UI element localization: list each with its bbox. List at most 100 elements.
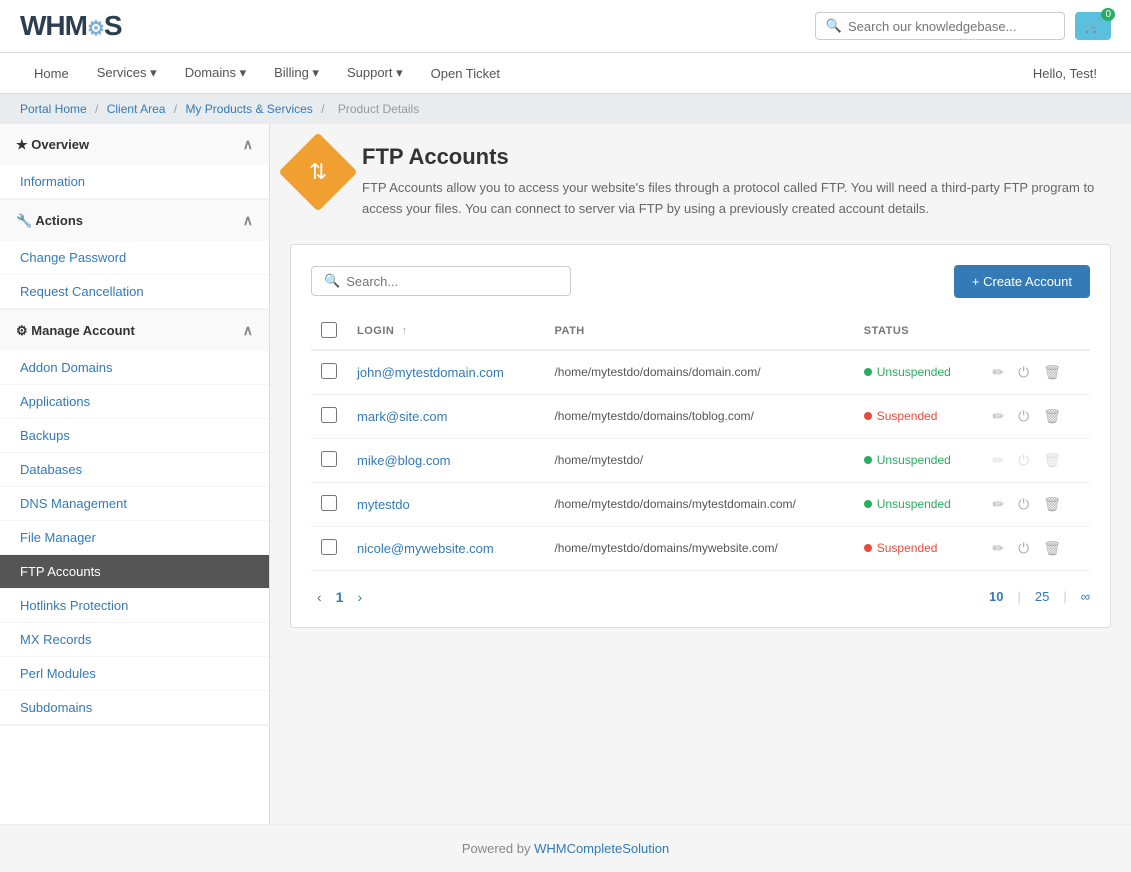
cell-login-3: mytestdo bbox=[347, 482, 544, 526]
nav-billing[interactable]: Billing ▾ bbox=[260, 53, 333, 93]
delete-icon-3[interactable]: 🗑 bbox=[1041, 494, 1063, 515]
page-title: FTP Accounts bbox=[362, 144, 1111, 170]
table-row: mytestdo /home/mytestdo/domains/mytestdo… bbox=[311, 482, 1090, 526]
edit-icon-0[interactable]: ✏ bbox=[990, 362, 1006, 383]
manage-account-section-title: ⚙ Manage Account bbox=[16, 323, 135, 339]
footer-link[interactable]: WHMCompleteSolution bbox=[534, 841, 669, 856]
create-account-button[interactable]: + Create Account bbox=[954, 265, 1090, 298]
row-checkbox-2[interactable] bbox=[321, 451, 337, 467]
breadcrumb-product-details: Product Details bbox=[338, 102, 419, 116]
sidebar-section-actions-header[interactable]: 🔧 Actions ∧ bbox=[0, 200, 269, 241]
table-row: john@mytestdomain.com /home/mytestdo/dom… bbox=[311, 350, 1090, 395]
delete-icon-0[interactable]: 🗑 bbox=[1041, 362, 1063, 383]
sidebar-section-manage-account: ⚙ Manage Account ∧ Addon Domains Applica… bbox=[0, 310, 269, 726]
cart-badge: 0 bbox=[1101, 8, 1115, 21]
status-label-2: Unsuspended bbox=[877, 453, 951, 467]
transfer-icon: ⇅ bbox=[309, 159, 327, 185]
delete-icon-4[interactable]: 🗑 bbox=[1041, 538, 1063, 559]
breadcrumb-sep-1: / bbox=[95, 102, 102, 116]
sidebar-item-hotlinks-protection[interactable]: Hotlinks Protection bbox=[0, 589, 269, 623]
breadcrumb: Portal Home / Client Area / My Products … bbox=[0, 94, 1131, 124]
search-icon: 🔍 bbox=[324, 273, 340, 289]
nav-services[interactable]: Services ▾ bbox=[83, 53, 171, 93]
cell-actions-3: ✏ ⏻ 🗑 bbox=[980, 482, 1090, 526]
sidebar-item-change-password[interactable]: Change Password bbox=[0, 241, 269, 275]
breadcrumb-sep-2: / bbox=[174, 102, 181, 116]
edit-icon-3[interactable]: ✏ bbox=[990, 494, 1006, 515]
cart-button[interactable]: 🛒 0 bbox=[1075, 12, 1111, 40]
nav-open-ticket[interactable]: Open Ticket bbox=[417, 53, 514, 93]
cell-status-0: Unsuspended bbox=[854, 350, 981, 395]
pagination: ‹ 1 › 10 | 25 | ∞ bbox=[311, 587, 1090, 607]
row-checkbox-3[interactable] bbox=[321, 495, 337, 511]
status-label-3: Unsuspended bbox=[877, 497, 951, 511]
nav-home[interactable]: Home bbox=[20, 53, 83, 93]
search-icon: 🔍 bbox=[826, 18, 842, 34]
ftp-search-input[interactable] bbox=[346, 274, 558, 289]
row-checkbox-1[interactable] bbox=[321, 407, 337, 423]
knowledgebase-search-input[interactable] bbox=[848, 19, 1054, 34]
status-label-1: Suspended bbox=[877, 409, 938, 423]
sidebar-item-databases[interactable]: Databases bbox=[0, 453, 269, 487]
select-all-checkbox[interactable] bbox=[321, 322, 337, 338]
nav-left: Home Services ▾ Domains ▾ Billing ▾ Supp… bbox=[20, 53, 514, 93]
prev-page-button[interactable]: ‹ bbox=[311, 587, 328, 607]
breadcrumb-my-products[interactable]: My Products & Services bbox=[185, 102, 312, 116]
nav-domains[interactable]: Domains ▾ bbox=[171, 53, 260, 93]
status-label-4: Suspended bbox=[877, 541, 938, 555]
cell-path-4: /home/mytestdo/domains/mywebsite.com/ bbox=[544, 526, 853, 570]
sidebar-item-information[interactable]: Information bbox=[0, 165, 269, 199]
cell-path-2: /home/mytestdo/ bbox=[544, 438, 853, 482]
ftp-search-box[interactable]: 🔍 bbox=[311, 266, 571, 296]
edit-icon-1[interactable]: ✏ bbox=[990, 406, 1006, 427]
power-icon-2: ⏻ bbox=[1016, 450, 1031, 471]
sidebar-section-manage-account-header[interactable]: ⚙ Manage Account ∧ bbox=[0, 310, 269, 351]
page-controls: ‹ 1 › bbox=[311, 587, 368, 607]
edit-icon-4[interactable]: ✏ bbox=[990, 538, 1006, 559]
sidebar-item-ftp-accounts[interactable]: FTP Accounts bbox=[0, 555, 269, 589]
cell-login-0: john@mytestdomain.com bbox=[347, 350, 544, 395]
page-size-10[interactable]: 10 bbox=[989, 589, 1003, 604]
wrench-icon: 🔧 bbox=[16, 213, 32, 228]
gear-icon: ⚙ bbox=[16, 323, 28, 338]
nav-user[interactable]: Hello, Test! bbox=[1019, 54, 1111, 93]
breadcrumb-client-area[interactable]: Client Area bbox=[107, 102, 166, 116]
overview-chevron-icon: ∧ bbox=[243, 136, 253, 153]
knowledgebase-search-box[interactable]: 🔍 bbox=[815, 12, 1065, 40]
main-nav: Home Services ▾ Domains ▾ Billing ▾ Supp… bbox=[0, 53, 1131, 94]
cell-path-1: /home/mytestdo/domains/toblog.com/ bbox=[544, 394, 853, 438]
row-checkbox-0[interactable] bbox=[321, 363, 337, 379]
breadcrumb-portal-home[interactable]: Portal Home bbox=[20, 102, 87, 116]
cell-actions-0: ✏ ⏻ 🗑 bbox=[980, 350, 1090, 395]
sidebar-item-backups[interactable]: Backups bbox=[0, 419, 269, 453]
delete-icon-2: 🗑 bbox=[1041, 450, 1063, 471]
page-size-25[interactable]: 25 bbox=[1035, 589, 1049, 604]
edit-icon-2: ✏ bbox=[990, 450, 1006, 471]
sidebar-section-overview-header[interactable]: ★ Overview ∧ bbox=[0, 124, 269, 165]
row-checkbox-4[interactable] bbox=[321, 539, 337, 555]
sidebar-item-perl-modules[interactable]: Perl Modules bbox=[0, 657, 269, 691]
nav-support[interactable]: Support ▾ bbox=[333, 53, 417, 93]
sidebar-item-dns-management[interactable]: DNS Management bbox=[0, 487, 269, 521]
table-header-row: LOGIN ↑ PATH STATUS bbox=[311, 314, 1090, 350]
page-size-all[interactable]: ∞ bbox=[1081, 589, 1090, 604]
card-toolbar: 🔍 + Create Account bbox=[311, 265, 1090, 298]
sidebar-item-applications[interactable]: Applications bbox=[0, 385, 269, 419]
sidebar-item-addon-domains[interactable]: Addon Domains bbox=[0, 351, 269, 385]
power-icon-0[interactable]: ⏻ bbox=[1016, 362, 1031, 383]
logo: WHM⚙S bbox=[20, 10, 122, 42]
sidebar-item-mx-records[interactable]: MX Records bbox=[0, 623, 269, 657]
next-page-button[interactable]: › bbox=[351, 587, 368, 607]
table-row: nicole@mywebsite.com /home/mytestdo/doma… bbox=[311, 526, 1090, 570]
sidebar-item-subdomains[interactable]: Subdomains bbox=[0, 691, 269, 725]
top-header: WHM⚙S 🔍 🛒 0 bbox=[0, 0, 1131, 53]
power-icon-1[interactable]: ⏻ bbox=[1016, 406, 1031, 427]
cell-login-1: mark@site.com bbox=[347, 394, 544, 438]
sort-icon: ↑ bbox=[402, 325, 408, 337]
delete-icon-1[interactable]: 🗑 bbox=[1041, 406, 1063, 427]
sidebar-item-request-cancellation[interactable]: Request Cancellation bbox=[0, 275, 269, 309]
power-icon-4[interactable]: ⏻ bbox=[1016, 538, 1031, 559]
power-icon-3[interactable]: ⏻ bbox=[1016, 494, 1031, 515]
sidebar-item-file-manager[interactable]: File Manager bbox=[0, 521, 269, 555]
cell-actions-2: ✏ ⏻ 🗑 bbox=[980, 438, 1090, 482]
